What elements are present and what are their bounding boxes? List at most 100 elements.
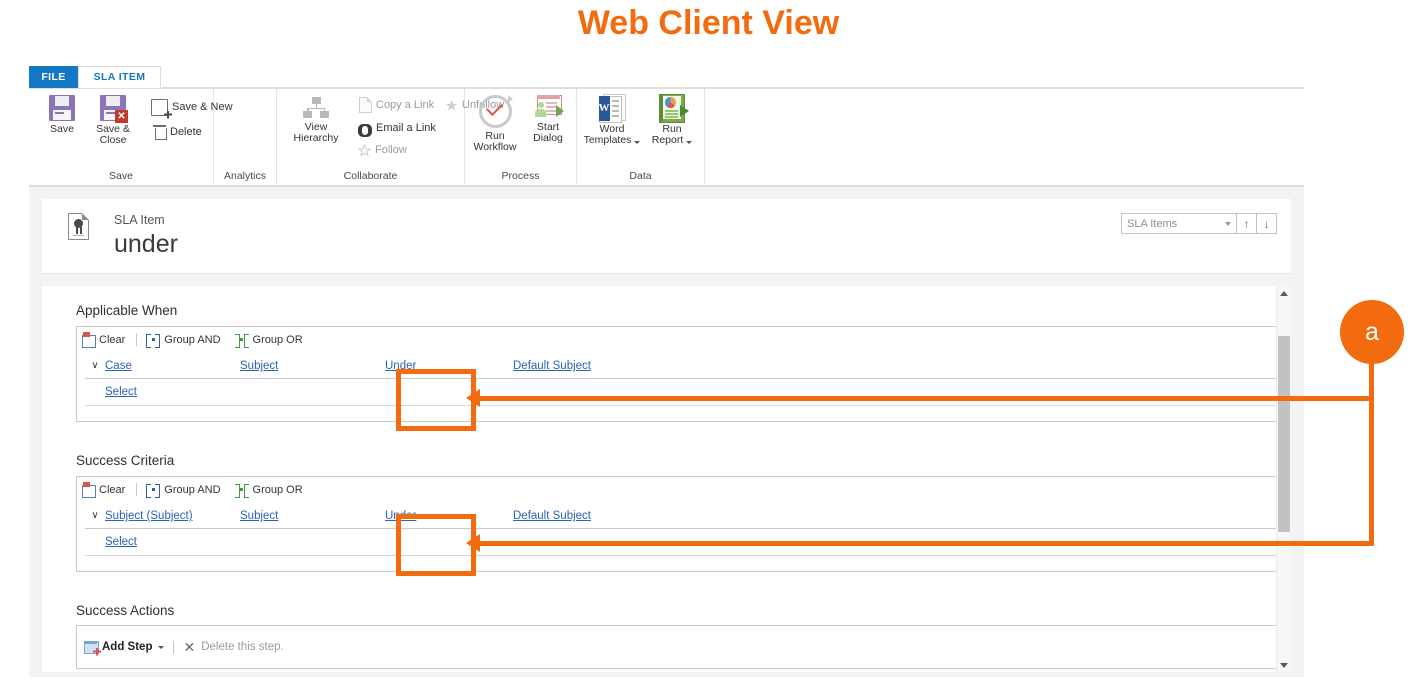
chevron-down-icon-add-step[interactable] [158,646,165,649]
run-workflow-button[interactable]: Run Workflow [470,95,520,153]
record-header: SLA Item under SLA Items ↑ ↓ [42,199,1291,274]
tab-file[interactable]: FILE [29,66,78,88]
clear-icon [82,332,96,348]
group-or-icon [234,333,249,348]
criteria-field-link-2[interactable]: Subject [240,510,278,522]
add-step-icon [84,640,101,656]
criteria-value-link[interactable]: Default Subject [513,360,591,372]
close-icon: ✕ [183,638,196,655]
group-and-button-applicable[interactable]: Group AND [146,333,221,348]
delete-button[interactable]: Delete [153,123,202,141]
ribbon-group-label-process: Process [501,170,540,182]
save-close-label-2: Close [99,134,127,146]
copy-a-link-button[interactable]: Copy a Link [359,96,434,114]
criteria-entity-link[interactable]: Case [105,360,132,372]
group-and-icon [146,333,161,348]
chevron-down-icon-2[interactable] [686,141,693,144]
success-criteria-box: Clear Group AND Group OR ∨ Subject (Subj… [76,476,1285,572]
ribbon-group-label-analytics: Analytics [223,170,266,182]
view-hierarchy-label-2: Hierarchy [293,132,339,144]
trash-icon [153,124,167,140]
success-actions-box: Add Step ✕ Delete this step. [76,625,1285,669]
criteria-select-row-success[interactable]: Select [85,529,1276,556]
expand-chevron-icon[interactable]: ∨ [85,360,105,371]
form-area: SLA Item under SLA Items ↑ ↓ Applicable … [29,187,1304,677]
crm-app-window: FILE SLA ITEM Save ✕ Save & Close Save &… [29,66,1304,678]
criteria-value-link-2[interactable]: Default Subject [513,510,591,522]
scroll-down-button[interactable] [1277,658,1291,672]
record-entity-type: SLA Item [114,213,165,227]
form-scrollbar[interactable] [1276,286,1291,672]
group-and-button-success[interactable]: Group AND [146,483,221,498]
delete-step-button[interactable]: ✕ Delete this step. [183,639,283,656]
run-report-button[interactable]: Run Report [645,94,699,146]
group-and-label-applicable: Group AND [164,333,221,346]
run-workflow-icon [478,95,513,128]
tabstrip-filler [161,87,1304,88]
email-a-link-button[interactable]: Email a Link [358,119,436,137]
annotation-stem [1369,362,1374,546]
view-hierarchy-button[interactable]: View Hierarchy [291,97,341,144]
criteria-select-link-applicable[interactable]: Select [105,386,137,398]
word-icon: W [598,94,626,123]
record-name: under [114,230,178,258]
save-button[interactable]: Save [37,95,87,135]
criteria-operator-link[interactable]: Under [385,360,416,372]
word-templates-button[interactable]: W Word Templates [583,94,641,146]
start-dialog-button[interactable]: Start Dialog [523,95,573,144]
record-next-button[interactable]: ↓ [1257,213,1277,234]
group-or-label-applicable: Group OR [252,333,303,346]
ribbon-group-analytics: Analytics [214,89,277,185]
ribbon-group-save: Save ✕ Save & Close Save & New Delete Sa… [29,89,233,185]
save-close-floppy-icon: ✕ [100,95,128,123]
criteria-select-link-success[interactable]: Select [105,536,137,548]
start-dialog-label-2: Dialog [533,132,563,144]
star-outline-icon [357,143,372,157]
page-icon [359,96,373,113]
hierarchy-icon [303,97,329,119]
section-title-applicable-when: Applicable When [76,303,178,318]
follow-button[interactable]: Follow [357,141,407,159]
expand-chevron-icon-2[interactable]: ∨ [85,510,105,521]
record-previous-button[interactable]: ↑ [1237,213,1257,234]
email-a-link-label: Email a Link [376,122,436,134]
scrollbar-thumb[interactable] [1278,336,1290,532]
clear-button-applicable[interactable]: Clear [82,332,126,348]
group-and-icon-2 [146,483,161,498]
chevron-down-icon[interactable] [634,141,641,144]
criteria-operator-link-2[interactable]: Under [385,510,416,522]
ribbon-group-collaborate: View Hierarchy Copy a Link Email a Link … [277,89,504,185]
delete-label: Delete [170,126,202,138]
criteria-entity-link-2[interactable]: Subject (Subject) [105,510,193,522]
ribbon-tabstrip: FILE SLA ITEM [29,66,1304,89]
applicable-when-criteria-box: Clear Group AND Group OR ∨ Case Subject … [76,326,1285,422]
criteria-field-link[interactable]: Subject [240,360,278,372]
annotation-marker-a: a [1340,300,1404,364]
add-step-label: Add Step [102,641,153,653]
save-and-close-button[interactable]: ✕ Save & Close [88,95,138,146]
star-filled-icon [445,99,458,112]
section-title-success-criteria: Success Criteria [76,453,175,468]
ribbon-group-label-save: Save [109,170,133,182]
page-title: Web Client View [577,4,840,42]
success-criteria-toolbar: Clear Group AND Group OR [77,477,1284,502]
group-or-button-applicable[interactable]: Group OR [234,333,303,348]
group-or-button-success[interactable]: Group OR [234,483,303,498]
ribbon-group-data: W Word Templates Run Report Data [577,89,705,185]
chevron-down-icon-view [1225,221,1231,226]
tab-sla-item[interactable]: SLA ITEM [78,66,161,88]
clear-label-applicable: Clear [99,333,126,346]
view-selector-dropdown[interactable]: SLA Items [1121,213,1237,234]
clear-label-success: Clear [99,483,126,496]
criteria-select-row-applicable[interactable]: Select [85,379,1276,406]
clear-button-success[interactable]: Clear [82,482,126,498]
ribbon-group-label-data: Data [629,170,652,182]
criteria-row-applicable[interactable]: ∨ Case Subject Under Default Subject [85,352,1276,379]
group-or-label-success: Group OR [252,483,303,496]
view-selector-value: SLA Items [1127,217,1178,230]
run-report-label-2: Report [651,134,684,146]
add-step-button[interactable]: Add Step [84,640,165,656]
criteria-row-success[interactable]: ∨ Subject (Subject) Subject Under Defaul… [85,502,1276,529]
group-or-icon-2 [234,483,249,498]
scroll-up-button[interactable] [1277,286,1291,300]
